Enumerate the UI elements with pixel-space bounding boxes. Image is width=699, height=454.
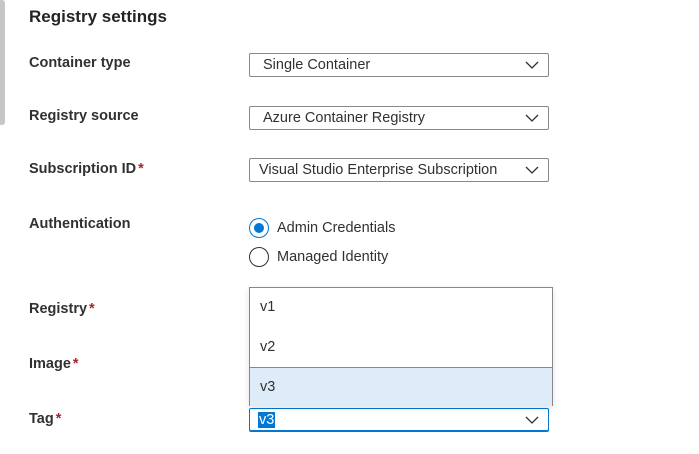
tag-dropdown[interactable]: v3 — [249, 408, 549, 432]
chevron-down-icon — [525, 114, 539, 122]
image-label: Image * — [29, 356, 79, 372]
tag-option-v1[interactable]: v1 — [250, 288, 552, 327]
chevron-down-icon — [525, 166, 539, 174]
authentication-label: Authentication — [29, 216, 131, 232]
subscription-id-label-text: Subscription ID — [29, 161, 137, 177]
scrollbar[interactable] — [0, 0, 5, 125]
tag-value[interactable]: v3 — [258, 412, 276, 428]
radio-admin-credentials-label: Admin Credentials — [277, 220, 396, 236]
radio-managed-identity[interactable]: Managed Identity — [249, 246, 388, 268]
section-title: Registry settings — [29, 7, 167, 26]
tag-option-label: v1 — [260, 299, 276, 315]
tag-label-text: Tag — [29, 411, 54, 427]
registry-source-dropdown[interactable]: Azure Container Registry — [249, 106, 549, 130]
tag-option-v3[interactable]: v3 — [250, 367, 552, 406]
container-type-label: Container type — [29, 55, 131, 71]
container-type-label-text: Container type — [29, 55, 131, 71]
radio-checked-icon[interactable] — [249, 218, 269, 238]
tag-label: Tag * — [29, 411, 61, 427]
registry-label-text: Registry — [29, 301, 88, 317]
chevron-down-icon — [525, 416, 539, 424]
tag-option-label: v2 — [260, 339, 276, 355]
registry-source-value: Azure Container Registry — [263, 110, 425, 126]
radio-managed-identity-label: Managed Identity — [277, 249, 389, 265]
tag-selected-text: v3 — [258, 412, 276, 428]
tag-option-v2[interactable]: v2 — [250, 328, 552, 367]
container-type-value: Single Container — [263, 57, 371, 73]
radio-unchecked-icon[interactable] — [249, 247, 269, 267]
registry-label: Registry * — [29, 301, 95, 317]
subscription-id-dropdown[interactable]: Visual Studio Enterprise Subscription — [249, 158, 549, 182]
required-marker: * — [138, 161, 144, 177]
chevron-down-icon — [525, 61, 539, 69]
required-marker: * — [72, 356, 79, 372]
image-label-text: Image — [29, 356, 71, 372]
required-marker: * — [55, 411, 62, 427]
subscription-id-value: Visual Studio Enterprise Subscription — [259, 162, 498, 178]
tag-dropdown-list: v1 v2 v3 — [249, 287, 553, 406]
tag-option-label: v3 — [260, 379, 276, 395]
required-marker: * — [89, 301, 95, 317]
subscription-id-label: Subscription ID * — [29, 161, 144, 177]
authentication-label-text: Authentication — [29, 216, 131, 232]
radio-admin-credentials[interactable]: Admin Credentials — [249, 217, 395, 239]
container-type-dropdown[interactable]: Single Container — [249, 53, 549, 77]
registry-source-label: Registry source — [29, 108, 139, 124]
registry-source-label-text: Registry source — [29, 108, 139, 124]
